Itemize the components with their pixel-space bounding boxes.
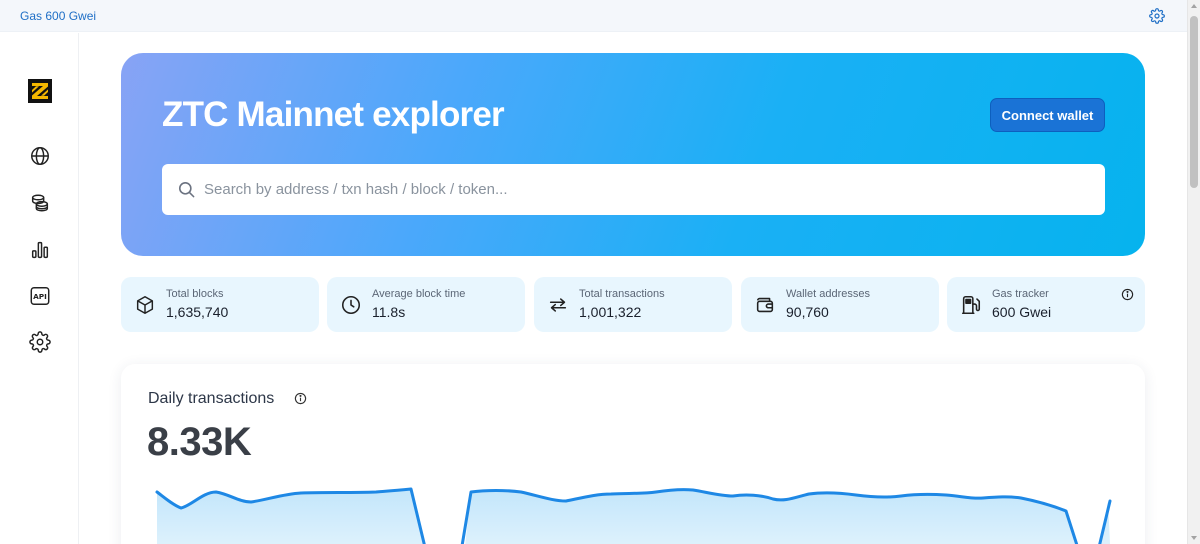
ztc-logo-icon[interactable]: [28, 79, 52, 103]
gear-icon: [29, 331, 51, 353]
page-title: ZTC Mainnet explorer: [162, 95, 505, 134]
chart-icon: [31, 241, 49, 259]
stat-total-transactions: Total transactions 1,001,322: [534, 277, 732, 332]
page-scrollbar[interactable]: [1187, 0, 1200, 544]
stat-label: Average block time: [372, 288, 466, 300]
daily-transactions-card: Daily transactions 8.33K: [121, 364, 1145, 544]
sidebar-item-api[interactable]: API: [27, 283, 53, 309]
scrollbar-thumb[interactable]: [1190, 16, 1198, 188]
gear-icon[interactable]: [1149, 8, 1165, 24]
daily-transactions-chart: [155, 487, 1112, 544]
coins-icon: [31, 194, 49, 212]
sidebar-item-tokens[interactable]: [27, 190, 53, 216]
gas-pump-icon: [961, 295, 981, 315]
sidebar-item-charts[interactable]: [27, 237, 53, 263]
arrows-icon: [549, 298, 567, 312]
info-icon[interactable]: [294, 392, 307, 405]
api-icon: API: [30, 287, 50, 305]
connect-wallet-button[interactable]: Connect wallet: [990, 98, 1105, 132]
top-bar: Gas 600 Gwei: [0, 0, 1187, 32]
stat-value: 11.8s: [372, 304, 406, 320]
search-icon: [178, 181, 195, 198]
search-bar[interactable]: [162, 164, 1105, 215]
stat-value: 1,635,740: [166, 304, 229, 320]
card-title: Daily transactions: [148, 390, 275, 407]
gas-price-label[interactable]: Gas 600 Gwei: [20, 9, 96, 23]
stat-average-block-time: Average block time 11.8s: [327, 277, 525, 332]
stat-label: Total blocks: [166, 288, 224, 300]
stat-value: 600 Gwei: [992, 304, 1052, 320]
stat-wallet-addresses: Wallet addresses 90,760: [741, 277, 939, 332]
cube-icon: [136, 296, 154, 314]
stat-gas-tracker: Gas tracker 600 Gwei: [947, 277, 1145, 332]
stat-total-blocks: Total blocks 1,635,740: [121, 277, 319, 332]
info-icon[interactable]: [1121, 288, 1134, 301]
scroll-up-arrow-icon[interactable]: [1191, 4, 1197, 8]
hero-banner: ZTC Mainnet explorer Connect wallet: [121, 53, 1145, 256]
sidebar-item-settings[interactable]: [27, 329, 53, 355]
sidebar-item-explorer[interactable]: [27, 143, 53, 169]
wallet-icon: [756, 297, 774, 313]
stat-label: Gas tracker: [992, 288, 1049, 300]
stat-label: Wallet addresses: [786, 288, 870, 300]
sidebar: API: [0, 33, 79, 544]
daily-transactions-value: 8.33K: [147, 420, 252, 464]
search-input[interactable]: [204, 164, 1084, 215]
clock-icon: [341, 295, 361, 315]
stat-label: Total transactions: [579, 288, 665, 300]
svg-text:API: API: [33, 292, 47, 301]
stat-value: 1,001,322: [579, 304, 642, 320]
globe-icon: [31, 147, 49, 165]
scroll-down-arrow-icon[interactable]: [1191, 536, 1197, 540]
stat-value: 90,760: [786, 304, 829, 320]
